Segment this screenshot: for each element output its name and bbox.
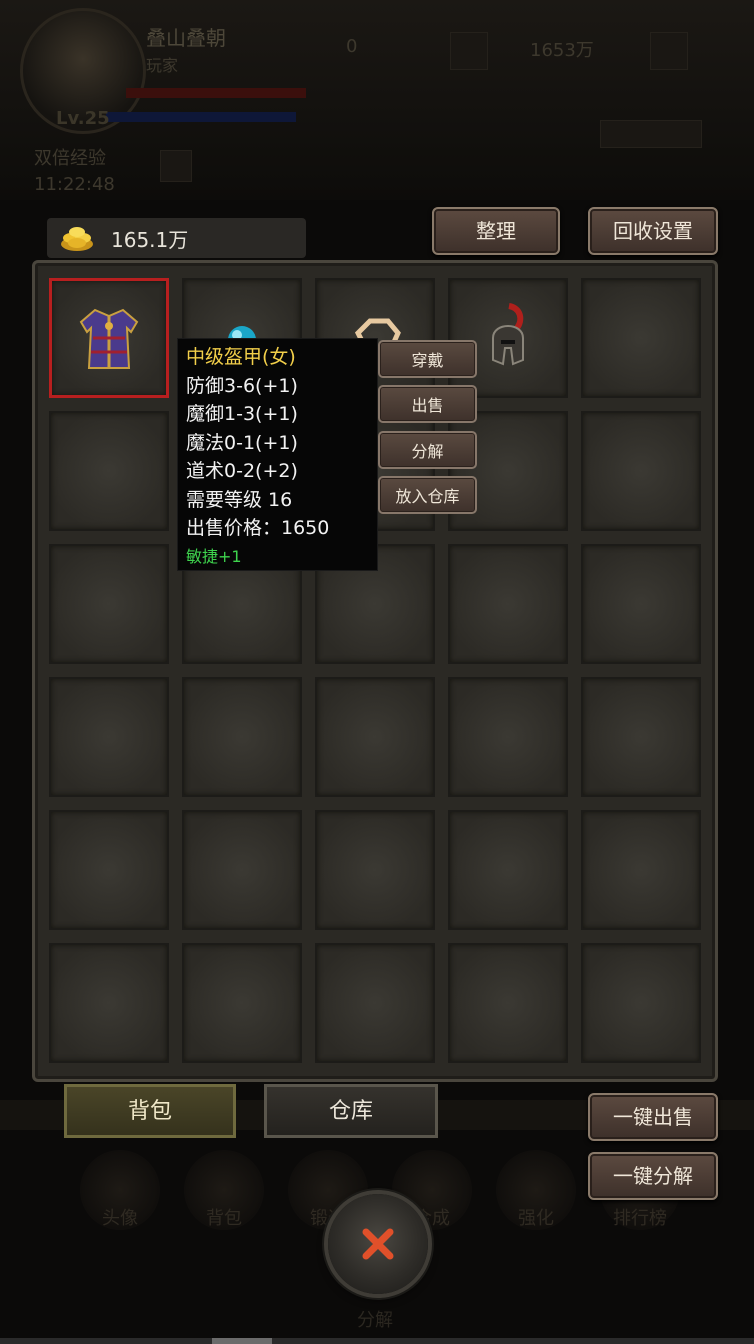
hud-button-placeholder [650, 32, 688, 70]
mp-bar [106, 112, 296, 122]
double-exp-label: 双倍经验 [34, 148, 106, 169]
currency-value-1: 0 [346, 36, 358, 57]
inventory-slot-armor[interactable] [49, 278, 169, 398]
inventory-slot[interactable] [49, 943, 169, 1063]
home-indicator [0, 1338, 754, 1344]
inventory-slot[interactable] [581, 544, 701, 664]
inventory-slot[interactable] [49, 411, 169, 531]
item-stat: 防御3-6(+1) [186, 374, 298, 397]
decompose-button[interactable]: 分解 [378, 431, 477, 469]
clock: 11:22:48 [34, 174, 115, 195]
item-stat: 魔御1-3(+1) [186, 403, 298, 425]
item-name: 中级盔甲(女) [186, 346, 296, 368]
helmet-icon [492, 303, 524, 366]
hud-button-placeholder [600, 120, 702, 148]
home-indicator-thumb [212, 1338, 272, 1344]
wear-button[interactable]: 穿戴 [378, 340, 477, 378]
gold-value: 165.1万 [111, 227, 189, 252]
inventory-slot[interactable] [49, 677, 169, 797]
hp-bar [126, 88, 306, 98]
hud-button-placeholder [160, 150, 192, 182]
sell-all-button[interactable]: 一键出售 [588, 1093, 718, 1141]
tab-storage[interactable]: 仓库 [264, 1084, 438, 1138]
player-level: Lv.25 [56, 108, 110, 129]
item-sell-price: 出售价格：1650 [186, 517, 330, 539]
inventory-slot[interactable] [581, 278, 701, 398]
inventory-slot[interactable] [448, 810, 568, 930]
inventory-slot[interactable] [448, 544, 568, 664]
currency-value-2: 1653万 [530, 40, 594, 61]
inventory-slot[interactable] [315, 943, 435, 1063]
item-bonus: 敏捷+1 [186, 546, 242, 566]
background-bottom-label: 分解 [357, 1310, 393, 1331]
gold-display: 165.1万 [47, 218, 306, 258]
decompose-all-button[interactable]: 一键分解 [588, 1152, 718, 1200]
player-subtitle: 玩家 [146, 56, 179, 75]
inventory-slot[interactable] [581, 677, 701, 797]
put-in-storage-button[interactable]: 放入仓库 [378, 476, 477, 514]
inventory-slot[interactable] [448, 943, 568, 1063]
inventory-slot-helmet[interactable] [448, 278, 568, 398]
inventory-slot[interactable] [581, 411, 701, 531]
tab-bag[interactable]: 背包 [64, 1084, 236, 1138]
item-stat: 魔法0-1(+1) [186, 431, 298, 454]
player-name: 叠山叠朝 [146, 26, 226, 50]
item-tooltip: 中级盔甲(女) 防御3-6(+1) 魔御1-3(+1) 魔法0-1(+1) 道术… [177, 338, 378, 571]
sell-button[interactable]: 出售 [378, 385, 477, 423]
inventory-slot[interactable] [182, 677, 302, 797]
gold-coins-icon [61, 227, 93, 251]
close-button[interactable] [328, 1194, 428, 1294]
nav-item: 背包 [184, 1150, 264, 1230]
tidy-button[interactable]: 整理 [432, 207, 560, 255]
inventory-slot[interactable] [182, 943, 302, 1063]
hud-button-placeholder [450, 32, 488, 70]
inventory-slot[interactable] [49, 544, 169, 664]
recycle-settings-button[interactable]: 回收设置 [588, 207, 718, 255]
inventory-slot[interactable] [49, 810, 169, 930]
item-required-level: 需要等级 16 [186, 488, 293, 511]
inventory-slot[interactable] [581, 943, 701, 1063]
inventory-slot[interactable] [315, 677, 435, 797]
nav-item: 强化 [496, 1150, 576, 1230]
inventory-slot[interactable] [182, 810, 302, 930]
inventory-slot[interactable] [315, 810, 435, 930]
inventory-slot[interactable] [448, 677, 568, 797]
item-stat: 道术0-2(+2) [186, 460, 298, 482]
close-x-icon [362, 1228, 394, 1260]
nav-item: 头像 [80, 1150, 160, 1230]
inventory-slot[interactable] [581, 810, 701, 930]
armor-robe-icon [79, 308, 139, 369]
